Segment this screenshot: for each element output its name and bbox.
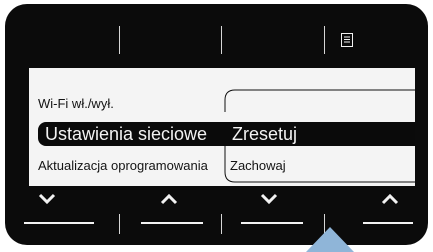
bottom-separator <box>221 214 222 234</box>
chevron-down-icon[interactable] <box>35 192 59 206</box>
menu-item-firmware-update[interactable]: Aktualizacja oprogramowania <box>38 158 208 173</box>
device-frame: Wi-Fi wł./wył. Ustawienia sieciowe Zrese… <box>5 4 428 245</box>
top-separator <box>324 26 325 54</box>
menu-item-wifi[interactable]: Wi-Fi wł./wył. <box>38 96 114 111</box>
display-screen: Wi-Fi wł./wył. Ustawienia sieciowe Zrese… <box>29 68 415 186</box>
device-panel: Wi-Fi wł./wył. Ustawienia sieciowe Zrese… <box>0 0 433 252</box>
up-arrow-pointer-icon <box>306 227 354 252</box>
chevron-up-icon[interactable] <box>157 192 181 206</box>
menu-item-network-settings-label: Ustawienia sieciowe <box>45 124 208 144</box>
button-line-left <box>24 222 94 224</box>
top-separator <box>221 26 222 54</box>
top-separator <box>119 26 120 54</box>
chevron-up-icon[interactable] <box>378 192 402 206</box>
button-line-right-middle <box>241 222 303 224</box>
chevron-down-icon[interactable] <box>257 192 281 206</box>
button-line-right <box>363 222 413 224</box>
submenu-item-save[interactable]: Zachowaj <box>230 158 286 173</box>
submenu-item-reset[interactable]: Zresetuj <box>232 124 297 145</box>
bottom-separator <box>119 214 120 234</box>
button-line-left-middle <box>141 222 203 224</box>
menu-page-icon[interactable] <box>341 33 353 47</box>
menu-item-network-settings[interactable]: Ustawienia sieciowe Zresetuj <box>38 122 415 146</box>
